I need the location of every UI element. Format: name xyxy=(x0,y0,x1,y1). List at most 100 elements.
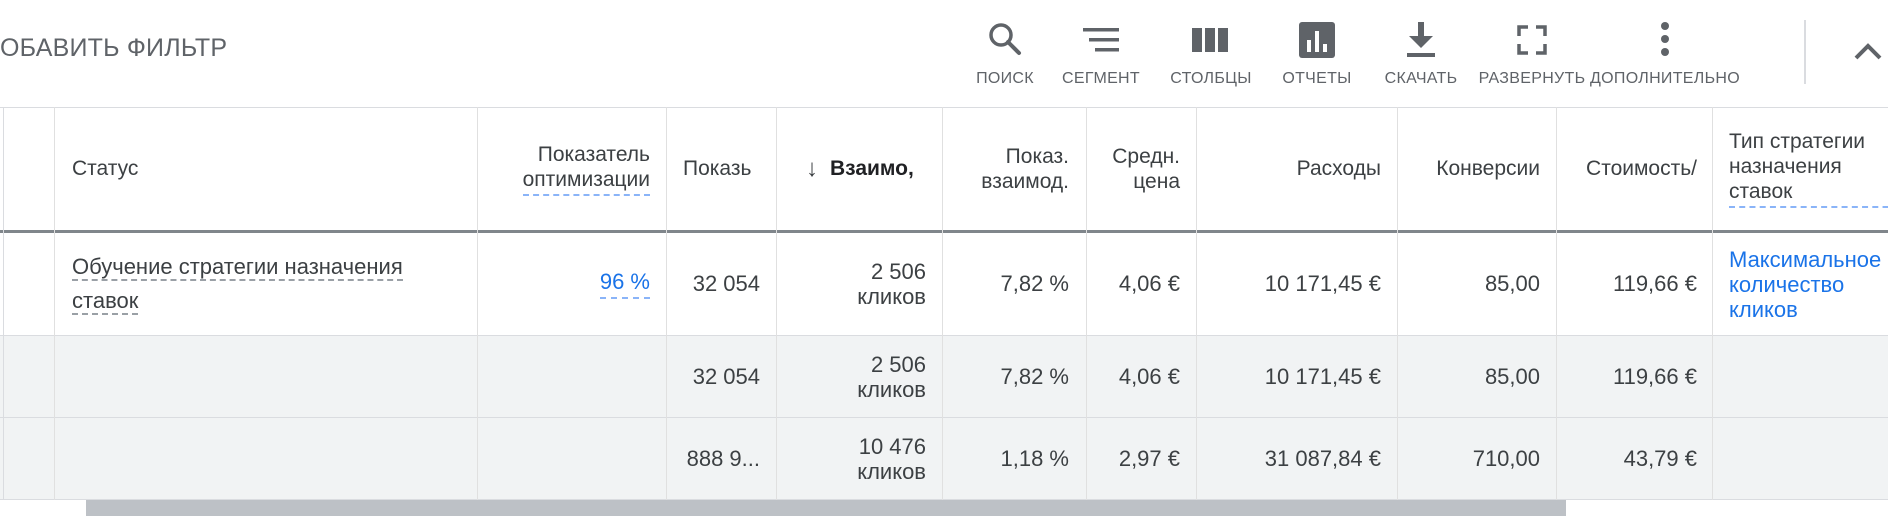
reports-button[interactable]: ОТЧЕТЫ xyxy=(1282,18,1352,93)
cell-value: 32 054 xyxy=(692,271,760,296)
column-header-label: Расходы xyxy=(1296,157,1381,180)
segment-label: СЕГМЕНТ xyxy=(1062,70,1140,87)
optimization-score-link[interactable]: 96 % xyxy=(599,269,650,299)
cell-value: 7,82 % xyxy=(1000,363,1070,389)
cell-value: 1,18 % xyxy=(1000,445,1070,471)
download-button[interactable]: СКАЧАТЬ xyxy=(1385,18,1457,93)
more-label: ДОПОЛНИТЕЛЬНО xyxy=(1590,70,1740,87)
search-label: ПОИСК xyxy=(976,70,1034,87)
cost-per-conv-cell: 43,79 € xyxy=(1557,418,1697,499)
more-button[interactable]: ДОПОЛНИТЕЛЬНО xyxy=(1590,18,1740,93)
cost-cell: 31 087,84 € xyxy=(1197,418,1381,499)
segment-icon xyxy=(1083,28,1119,52)
optimization-score-cell[interactable]: 96 % xyxy=(478,233,650,335)
divider xyxy=(1712,107,1713,500)
column-header-avg-cost[interactable]: Средн. цена xyxy=(1087,107,1180,230)
cell-value: 4,06 € xyxy=(1118,271,1180,296)
column-header-impressions[interactable]: Показь xyxy=(683,107,775,230)
cell-value: 119,66 € xyxy=(1612,363,1697,389)
segment-button[interactable]: СЕГМЕНТ xyxy=(1062,18,1140,93)
cell-value: 2 506 xyxy=(870,351,926,377)
conversions-cell: 85,00 xyxy=(1398,233,1540,335)
column-header-interaction-rate[interactable]: Показ. взаимод. xyxy=(943,107,1069,230)
download-icon xyxy=(1407,22,1435,57)
chevron-up-icon[interactable] xyxy=(1848,32,1888,72)
column-header-cost[interactable]: Расходы xyxy=(1197,107,1381,230)
bid-strategy-cell[interactable]: Максимальное количество кликов xyxy=(1729,233,1888,335)
conversions-cell: 710,00 xyxy=(1398,418,1540,499)
column-header-label: взаимод. xyxy=(981,169,1069,193)
scrollbar-thumb[interactable] xyxy=(86,500,1566,516)
cell-value: 32 054 xyxy=(692,363,760,389)
column-header-label: Статус xyxy=(72,157,139,180)
bid-strategy-link[interactable]: Максимальное xyxy=(1729,247,1881,272)
bid-strategy-link[interactable]: кликов xyxy=(1729,297,1881,322)
column-header-cost-per-conv[interactable]: Стоимость/ xyxy=(1557,107,1697,230)
columns-label: СТОЛБЦЫ xyxy=(1170,70,1252,87)
fullscreen-button[interactable]: РАЗВЕРНУТЬ xyxy=(1479,18,1585,93)
impressions-cell: 32 054 xyxy=(667,336,760,417)
impressions-cell: 888 9... xyxy=(667,418,760,499)
cell-value: 31 087,84 € xyxy=(1264,445,1381,471)
status-text: ставок xyxy=(72,288,139,315)
avg-cost-cell: 4,06 € xyxy=(1087,233,1180,335)
column-header-label: ставок xyxy=(1729,180,1793,203)
avg-cost-cell: 2,97 € xyxy=(1087,418,1180,499)
cell-value: 2 506 xyxy=(870,259,926,284)
bid-strategy-link[interactable]: количество xyxy=(1729,272,1881,297)
cell-value: 2,97 € xyxy=(1118,445,1180,471)
interactions-cell: 2 506 кликов xyxy=(777,336,926,417)
interactions-cell: 2 506 кликов xyxy=(777,233,926,335)
column-header-label: Конверсии xyxy=(1436,157,1540,180)
avg-cost-cell: 4,06 € xyxy=(1087,336,1180,417)
divider xyxy=(3,107,4,500)
column-header-label: Тип стратегии xyxy=(1729,130,1866,153)
column-header-label: Средн. xyxy=(1112,144,1180,168)
cell-value: 710,00 xyxy=(1472,445,1540,471)
column-header-label: Показатель xyxy=(537,142,650,166)
column-header-conversions[interactable]: Конверсии xyxy=(1398,107,1540,230)
interactions-cell: 10 476 кликов xyxy=(777,418,926,499)
column-header-label: цена xyxy=(1133,169,1180,193)
cell-value: кликов xyxy=(857,376,926,402)
cost-per-conv-cell: 119,66 € xyxy=(1557,336,1697,417)
status-cell[interactable]: Обучение стратегии назначения ставок xyxy=(72,233,472,335)
sort-arrow-icon: ↓ xyxy=(806,155,818,182)
cost-per-conv-cell: 119,66 € xyxy=(1557,233,1697,335)
cell-value: 43,79 € xyxy=(1623,445,1697,471)
impressions-cell: 32 054 xyxy=(667,233,760,335)
column-header-interactions[interactable]: ↓ Взаимо, xyxy=(806,107,936,230)
cell-value: кликов xyxy=(857,458,926,484)
interaction-rate-cell: 1,18 % xyxy=(943,418,1070,499)
status-text: Обучение стратегии назначения xyxy=(72,254,403,281)
toolbar-divider xyxy=(1804,20,1806,84)
reports-icon xyxy=(1299,22,1335,58)
cost-cell: 10 171,45 € xyxy=(1197,336,1381,417)
add-filter-button[interactable]: ОБАВИТЬ ФИЛЬТР xyxy=(0,34,227,63)
cell-value: 10 171,45 € xyxy=(1264,271,1381,296)
columns-button[interactable]: СТОЛБЦЫ xyxy=(1170,18,1251,93)
column-header-label: оптимизации xyxy=(522,167,650,191)
fullscreen-icon xyxy=(1517,25,1547,55)
cell-value: 4,06 € xyxy=(1118,363,1180,389)
columns-icon xyxy=(1192,28,1228,52)
column-header-label: Показь xyxy=(683,157,752,180)
conversions-cell: 85,00 xyxy=(1398,336,1540,417)
cell-value: кликов xyxy=(857,284,926,309)
cost-cell: 10 171,45 € xyxy=(1197,233,1381,335)
search-button[interactable]: ПОИСК xyxy=(970,18,1040,93)
divider xyxy=(54,107,55,500)
reports-label: ОТЧЕТЫ xyxy=(1282,70,1352,87)
cell-value: 888 9... xyxy=(686,445,760,471)
more-vert-icon xyxy=(1661,22,1669,56)
column-header-label: Показ. xyxy=(1005,144,1069,168)
search-icon xyxy=(989,23,1021,55)
column-header-label: Взаимо, xyxy=(830,157,914,180)
cell-value: 7,82 % xyxy=(1000,271,1070,296)
column-header-status[interactable]: Статус xyxy=(72,107,472,230)
interaction-rate-cell: 7,82 % xyxy=(943,336,1070,417)
column-header-optimization[interactable]: Показатель оптимизации xyxy=(478,107,650,230)
column-header-bid-strategy[interactable]: Тип стратегии назначения ставок xyxy=(1729,107,1888,230)
table-toolbar: ОБАВИТЬ ФИЛЬТР ПОИСК СЕГМЕНТ СТОЛБЦЫ ОТЧ… xyxy=(0,0,1888,107)
column-header-label: назначения xyxy=(1729,155,1842,178)
